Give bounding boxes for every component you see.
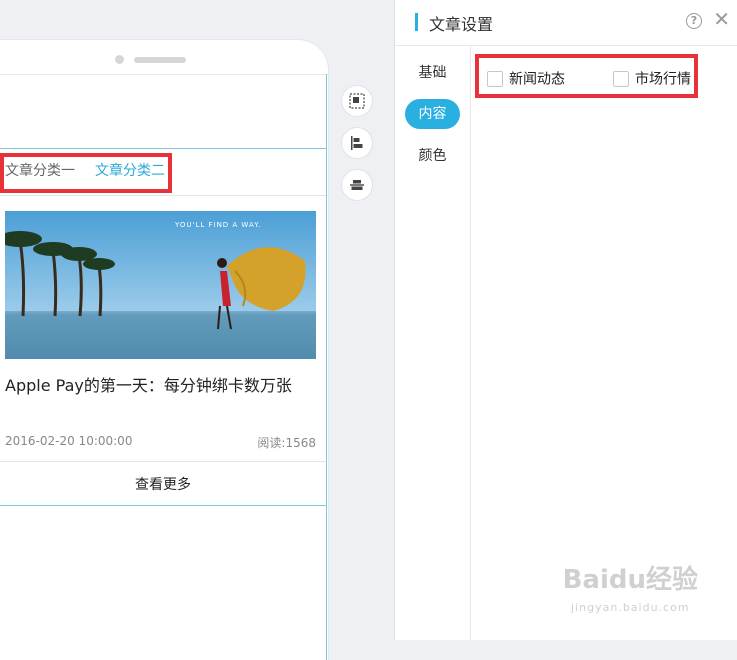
article-title[interactable]: Apple Pay的第一天：每分钟绑卡数万张 (5, 374, 292, 398)
settings-nav: 基础 内容 颜色 (395, 46, 471, 640)
view-more-button[interactable]: 查看更多 (135, 474, 191, 494)
highlight-box-options (475, 54, 698, 98)
select-area-button[interactable] (342, 86, 372, 116)
align-left-icon (351, 136, 363, 150)
panel-title: 文章设置 (429, 15, 494, 34)
phone-preview: 文章分类一 文章分类二 YOU'LL FIND A WAY. Apple Pay… (0, 40, 328, 660)
article-image-graphic (5, 211, 316, 359)
category-tabs: 文章分类一 文章分类二 (0, 148, 326, 196)
accent-bar (415, 13, 418, 31)
align-center-icon (350, 180, 364, 190)
close-icon[interactable]: ✕ (713, 9, 730, 29)
article-read-count: 阅读:1568 (257, 436, 316, 450)
phone-screen: 文章分类一 文章分类二 YOU'LL FIND A WAY. Apple Pay… (0, 74, 327, 660)
more-row: 查看更多 (0, 461, 326, 506)
highlight-box-tabs (0, 153, 172, 193)
panel-header: 文章设置 ? ✕ (395, 0, 737, 46)
watermark: Baidu经验 jingyan.baidu.com (563, 566, 698, 622)
article-settings-panel: 文章设置 ? ✕ 基础 内容 颜色 新闻动态 市场行情 Baidu经验 jing… (394, 0, 737, 640)
article-date: 2016-02-20 10:00:00 (5, 434, 133, 448)
watermark-url: jingyan.baidu.com (571, 601, 690, 614)
phone-top-bar (0, 40, 328, 75)
article-image[interactable]: YOU'LL FIND A WAY. (5, 211, 316, 359)
select-area-icon (349, 93, 365, 109)
nav-item-color[interactable]: 颜色 (405, 141, 460, 171)
watermark-text: Baidu经验 (562, 565, 698, 595)
phone-camera (115, 55, 124, 64)
nav-item-content[interactable]: 内容 (405, 99, 460, 129)
phone-speaker (134, 57, 186, 63)
align-center-button[interactable] (342, 170, 372, 200)
nav-item-basic[interactable]: 基础 (405, 58, 460, 88)
align-left-button[interactable] (342, 128, 372, 158)
help-icon[interactable]: ? (686, 13, 702, 29)
image-caption: YOU'LL FIND A WAY. (175, 221, 262, 229)
category-options: 新闻动态 市场行情 (475, 54, 698, 98)
